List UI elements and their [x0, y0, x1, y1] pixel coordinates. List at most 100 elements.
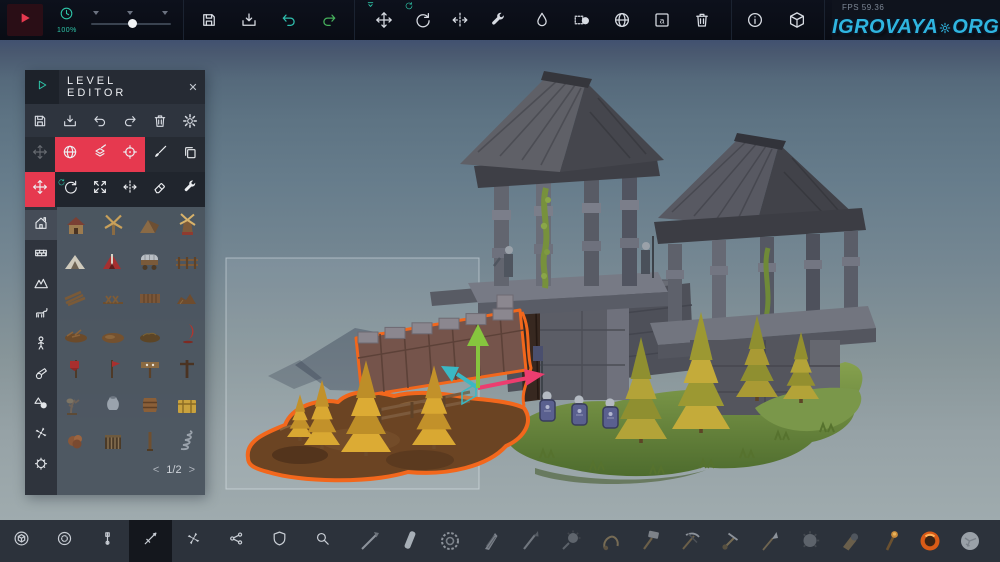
panel-wrench-button[interactable]: [175, 172, 205, 207]
panel-move-vertical-button[interactable]: [25, 137, 55, 172]
object-log-pile[interactable]: [57, 279, 94, 315]
panel-play-button[interactable]: [25, 70, 59, 104]
part-ballista[interactable]: [717, 528, 744, 555]
panel-undo-button[interactable]: [89, 110, 111, 132]
panel-move-button[interactable]: [25, 172, 55, 207]
object-dry-bush[interactable]: [57, 423, 94, 459]
object-gold-crate[interactable]: [168, 387, 205, 423]
part-fireball[interactable]: [917, 528, 944, 555]
globe-button[interactable]: [609, 7, 635, 33]
object-skull-sign[interactable]: [131, 351, 168, 387]
time-scale-control[interactable]: 100%: [57, 6, 77, 34]
object-windmill[interactable]: [94, 207, 131, 243]
cube-sphere-button[interactable]: [569, 7, 595, 33]
panel-close-button[interactable]: ✕: [181, 81, 205, 94]
page-next-button[interactable]: >: [189, 464, 195, 476]
panel-trash-button[interactable]: [149, 110, 171, 132]
panel-mirror-button[interactable]: [115, 172, 145, 207]
mirror-button[interactable]: [447, 7, 473, 33]
part-crossbow[interactable]: [677, 528, 704, 555]
panel-redo-button[interactable]: [119, 110, 141, 132]
part-flail[interactable]: [556, 528, 583, 555]
tab-flight[interactable]: [172, 520, 215, 562]
object-wooden-cage[interactable]: [94, 423, 131, 459]
object-dead-tree[interactable]: [57, 387, 94, 423]
object-leaf-pile[interactable]: [131, 315, 168, 351]
object-red-banner[interactable]: [57, 351, 94, 387]
redo-button[interactable]: [316, 7, 342, 33]
part-torch[interactable]: [877, 528, 904, 555]
category-weapons[interactable]: [25, 360, 57, 390]
wrench-button[interactable]: [485, 7, 511, 33]
object-windmill-tower[interactable]: [168, 207, 205, 243]
object-branch-pile[interactable]: [57, 315, 94, 351]
panel-spawn-target-button[interactable]: [115, 137, 145, 172]
object-supply-cart[interactable]: [131, 243, 168, 279]
time-slider[interactable]: [91, 7, 171, 33]
object-wooden-post[interactable]: [131, 423, 168, 459]
tab-blocks[interactable]: [0, 520, 43, 562]
paint-droplet-button[interactable]: [529, 7, 555, 33]
object-stone-jar[interactable]: [94, 387, 131, 423]
object-barrel[interactable]: [131, 387, 168, 423]
category-characters[interactable]: [25, 330, 57, 360]
panel-terrain-paint-button[interactable]: [85, 137, 115, 172]
tab-armor[interactable]: [258, 520, 301, 562]
tab-weapons[interactable]: [129, 520, 172, 562]
object-fence[interactable]: [168, 243, 205, 279]
trash-button[interactable]: [689, 7, 715, 33]
part-cannon[interactable]: [837, 528, 864, 555]
object-dirt-mound[interactable]: [94, 315, 131, 351]
category-walls[interactable]: [25, 240, 57, 270]
panel-save-button[interactable]: [29, 110, 51, 132]
object-canvas-tent[interactable]: [57, 243, 94, 279]
panel-rotate-button[interactable]: [55, 172, 85, 207]
object-debris[interactable]: [168, 279, 205, 315]
part-spike[interactable]: [356, 528, 383, 555]
category-windmills[interactable]: [25, 420, 57, 450]
page-prev-button[interactable]: <: [153, 464, 159, 476]
object-cross-post[interactable]: [168, 351, 205, 387]
panel-eraser-button[interactable]: [145, 172, 175, 207]
tab-rods[interactable]: [86, 520, 129, 562]
category-mines[interactable]: [25, 450, 57, 480]
panel-brush-button[interactable]: [145, 137, 175, 172]
panel-globe-button[interactable]: [55, 137, 85, 172]
object-red-tent[interactable]: [94, 243, 131, 279]
category-props[interactable]: [25, 390, 57, 420]
text-box-button[interactable]: a: [649, 7, 675, 33]
load-button[interactable]: [236, 7, 262, 33]
slider-thumb[interactable]: [128, 19, 137, 28]
category-buildings[interactable]: [25, 210, 57, 240]
move-button[interactable]: [371, 7, 397, 33]
part-hammer[interactable]: [636, 528, 663, 555]
part-circular-saw[interactable]: [436, 528, 463, 555]
object-ruined-tent[interactable]: [131, 207, 168, 243]
part-boulder[interactable]: [957, 528, 984, 555]
panel-load-button[interactable]: [59, 110, 81, 132]
save-button[interactable]: [196, 7, 222, 33]
panel-scale-button[interactable]: [85, 172, 115, 207]
part-grabber[interactable]: [596, 528, 623, 555]
simulate-play-button[interactable]: [7, 4, 43, 36]
undo-button[interactable]: [276, 7, 302, 33]
panel-duplicate-button[interactable]: [175, 137, 205, 172]
part-pike[interactable]: [757, 528, 784, 555]
part-metal-blade[interactable]: [396, 528, 423, 555]
tab-tools[interactable]: [301, 520, 344, 562]
rotate-button[interactable]: [409, 7, 435, 33]
object-cottage[interactable]: [57, 207, 94, 243]
part-spear[interactable]: [516, 528, 543, 555]
object-red-flag[interactable]: [94, 351, 131, 387]
info-button[interactable]: [742, 7, 768, 33]
part-spiked-ball[interactable]: [797, 528, 824, 555]
tab-wheels[interactable]: [43, 520, 86, 562]
cube-button[interactable]: [784, 7, 810, 33]
object-barricade[interactable]: [94, 279, 131, 315]
object-red-crescent[interactable]: [168, 315, 205, 351]
part-drill[interactable]: [476, 528, 503, 555]
panel-gear-button[interactable]: [179, 110, 201, 132]
tab-connectors[interactable]: [215, 520, 258, 562]
object-plank-wall[interactable]: [131, 279, 168, 315]
category-terrain[interactable]: [25, 270, 57, 300]
